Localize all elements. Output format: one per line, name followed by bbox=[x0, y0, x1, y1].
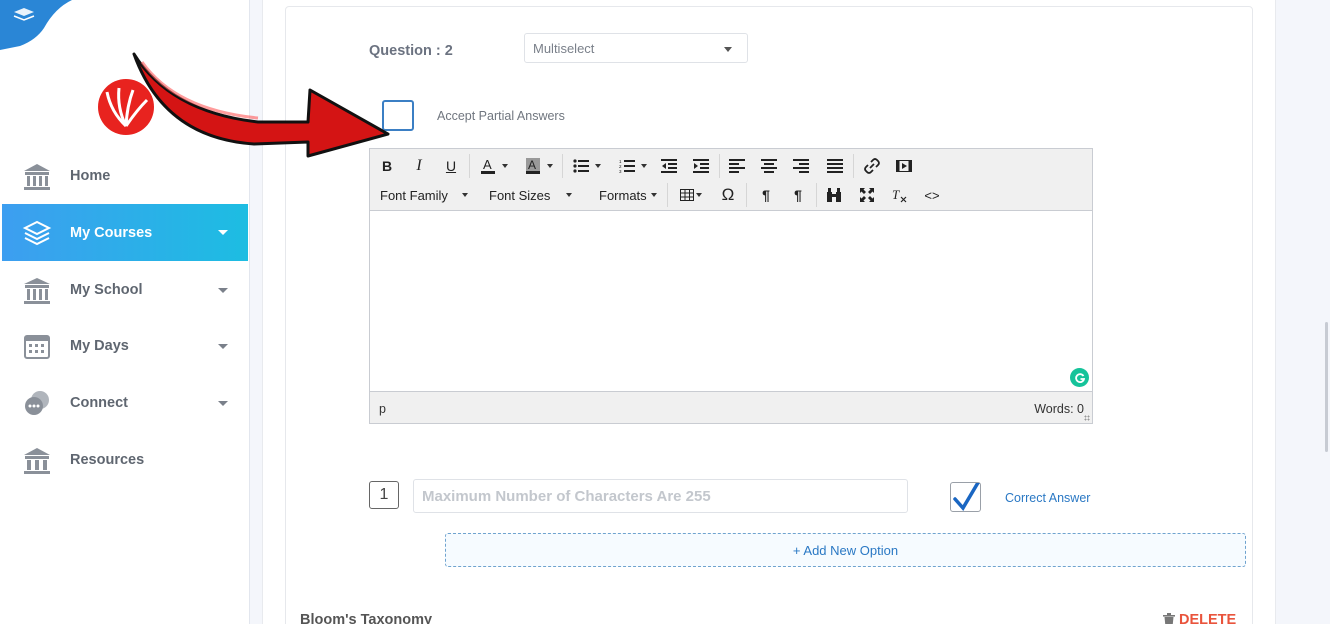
correct-answer-label[interactable]: Correct Answer bbox=[1005, 491, 1090, 505]
sidebar: Home My Courses My School My Days Connec… bbox=[0, 0, 250, 624]
sidebar-item-label: Resources bbox=[70, 452, 145, 468]
rtl-direction-icon[interactable]: ¶ bbox=[788, 184, 808, 206]
sidebar-item-label: My Courses bbox=[70, 224, 153, 241]
formats-dropdown[interactable]: Formats bbox=[599, 184, 659, 206]
stacked-layers-icon bbox=[22, 218, 52, 248]
align-right-icon[interactable] bbox=[791, 155, 811, 177]
toolbar-separator bbox=[816, 183, 817, 207]
editor-statusbar: p Words: 0 bbox=[370, 391, 1092, 423]
rich-text-editor: B I U A A 123 Font Family Font Sizes For… bbox=[369, 148, 1093, 424]
chevron-down-icon bbox=[218, 401, 228, 406]
sidebar-item-my-courses[interactable]: My Courses bbox=[2, 204, 248, 261]
delete-button[interactable]: DELETE bbox=[1163, 612, 1236, 624]
toolbar-separator bbox=[562, 154, 563, 178]
svg-text:T: T bbox=[892, 187, 900, 202]
chevron-down-icon bbox=[724, 47, 732, 52]
home-building-icon bbox=[22, 161, 52, 191]
find-replace-icon[interactable] bbox=[824, 184, 844, 206]
font-sizes-dropdown[interactable]: Font Sizes bbox=[489, 184, 581, 206]
sidebar-item-label: Home bbox=[70, 168, 111, 184]
font-sizes-label: Font Sizes bbox=[489, 187, 551, 203]
add-new-option-button[interactable]: + Add New Option bbox=[445, 533, 1246, 567]
toolbar-separator bbox=[719, 154, 720, 178]
chevron-down-icon bbox=[218, 288, 228, 293]
background-color-icon[interactable]: A bbox=[520, 155, 558, 177]
special-character-icon[interactable]: Ω bbox=[717, 184, 739, 206]
link-icon[interactable] bbox=[862, 155, 882, 177]
fullscreen-icon[interactable] bbox=[857, 184, 877, 206]
font-family-label: Font Family bbox=[380, 187, 448, 203]
ltr-direction-icon[interactable]: ¶ bbox=[756, 184, 776, 206]
checkmark-icon bbox=[953, 479, 981, 511]
trash-icon bbox=[1163, 613, 1175, 624]
clear-formatting-icon[interactable]: T bbox=[889, 184, 909, 206]
calendar-icon bbox=[22, 331, 52, 361]
sidebar-item-label: My Days bbox=[70, 338, 129, 354]
resources-building-icon bbox=[22, 445, 52, 475]
sidebar-item-label: My School bbox=[70, 282, 143, 298]
editor-content-area[interactable] bbox=[370, 211, 1092, 391]
sidebar-item-my-days[interactable]: My Days bbox=[2, 318, 248, 374]
sidebar-item-my-school[interactable]: My School bbox=[2, 262, 248, 318]
toolbar-separator bbox=[469, 154, 470, 178]
question-type-select[interactable]: Multiselect bbox=[524, 33, 748, 63]
sidebar-item-resources[interactable]: Resources bbox=[2, 432, 248, 488]
sidebar-item-connect[interactable]: Connect bbox=[2, 375, 248, 431]
sidebar-item-label: Connect bbox=[70, 395, 128, 411]
resize-handle-icon[interactable] bbox=[1084, 415, 1090, 421]
svg-text:A: A bbox=[528, 158, 536, 172]
font-family-dropdown[interactable]: Font Family bbox=[380, 184, 472, 206]
accept-partial-label: Accept Partial Answers bbox=[437, 109, 565, 123]
toolbar-separator bbox=[746, 183, 747, 207]
bold-icon[interactable]: B bbox=[378, 155, 396, 177]
numbered-list-icon[interactable]: 123 bbox=[614, 155, 652, 177]
school-logo-icon bbox=[98, 79, 154, 135]
question-number-label: Question : 2 bbox=[369, 43, 453, 59]
question-type-value: Multiselect bbox=[533, 41, 595, 56]
sidebar-item-home[interactable]: Home bbox=[2, 148, 248, 204]
school-building-icon bbox=[22, 275, 52, 305]
svg-text:3: 3 bbox=[619, 169, 622, 173]
toolbar-separator bbox=[853, 154, 854, 178]
indent-icon[interactable] bbox=[691, 155, 711, 177]
svg-text:A: A bbox=[483, 157, 492, 172]
bullet-list-icon[interactable] bbox=[568, 155, 606, 177]
toolbar-separator bbox=[667, 183, 668, 207]
delete-label: DELETE bbox=[1179, 612, 1237, 624]
table-icon[interactable] bbox=[676, 184, 706, 206]
chevron-down-icon bbox=[218, 230, 228, 235]
word-count: Words: 0 bbox=[1034, 402, 1084, 416]
text-color-icon[interactable]: A bbox=[476, 155, 512, 177]
grammarly-icon[interactable] bbox=[1070, 368, 1089, 387]
option-number: 1 bbox=[369, 481, 399, 509]
source-code-icon[interactable]: <> bbox=[921, 184, 943, 206]
scrollbar-thumb[interactable] bbox=[1325, 322, 1328, 452]
correct-answer-checkbox[interactable] bbox=[950, 479, 981, 512]
align-center-icon[interactable] bbox=[759, 155, 779, 177]
outdent-icon[interactable] bbox=[659, 155, 679, 177]
chevron-down-icon bbox=[218, 344, 228, 349]
align-justify-icon[interactable] bbox=[825, 155, 845, 177]
option-text-input[interactable] bbox=[413, 479, 908, 513]
formats-label: Formats bbox=[599, 187, 647, 203]
accept-partial-checkbox[interactable] bbox=[382, 100, 414, 131]
chat-bubbles-icon bbox=[22, 388, 52, 418]
right-gutter bbox=[1277, 0, 1330, 624]
element-path[interactable]: p bbox=[379, 402, 386, 416]
underline-icon[interactable]: U bbox=[442, 155, 460, 177]
media-icon[interactable] bbox=[894, 155, 914, 177]
blooms-taxonomy-heading: Bloom's Taxonomy bbox=[300, 612, 433, 624]
italic-icon[interactable]: I bbox=[410, 155, 428, 177]
editor-toolbar: B I U A A 123 Font Family Font Sizes For… bbox=[370, 149, 1092, 211]
align-left-icon[interactable] bbox=[727, 155, 747, 177]
app-corner-badge-icon bbox=[0, 0, 72, 50]
